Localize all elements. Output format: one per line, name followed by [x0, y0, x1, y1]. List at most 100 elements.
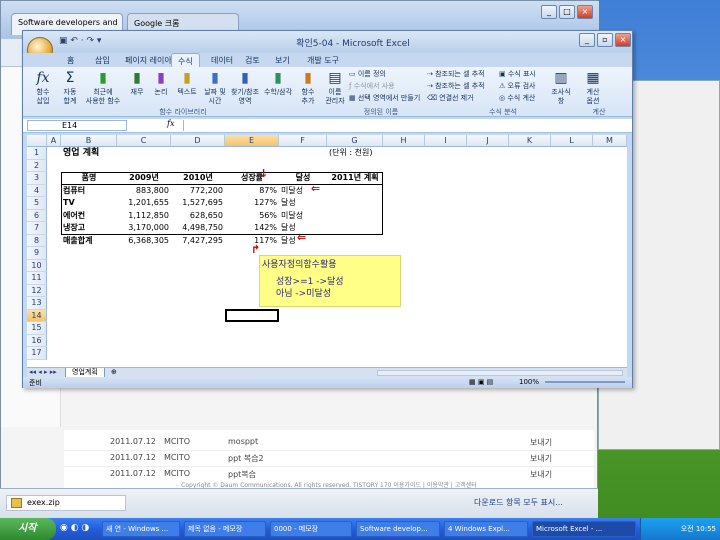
quick-access-toolbar[interactable]: ▣ ↶ · ↷ ▾: [59, 36, 101, 46]
tab-data[interactable]: 데이터: [205, 53, 239, 67]
table-cell[interactable]: 6,368,305: [117, 235, 171, 248]
taskbar-button[interactable]: Software develop...: [356, 521, 440, 537]
row-header[interactable]: 16: [27, 334, 47, 347]
trace-dependents-button[interactable]: ⇢ 참조하는 셀 추적: [427, 81, 485, 91]
column-header[interactable]: L: [551, 135, 593, 147]
math-trig-button[interactable]: ▮ 수학/삼각: [261, 69, 295, 97]
table-cell[interactable]: 7,427,295: [171, 235, 225, 248]
row-header[interactable]: 10: [27, 259, 47, 272]
sheet-title[interactable]: 영업 계획: [61, 147, 171, 160]
column-header[interactable]: C: [117, 135, 171, 147]
show-all-downloads-link[interactable]: 다운로드 항목 모두 표시...: [474, 497, 563, 508]
taskbar-button[interactable]: 제목 없음 - 메모장: [184, 521, 266, 537]
close-icon[interactable]: ×: [577, 5, 593, 19]
row-header[interactable]: 5: [27, 197, 47, 210]
column-header[interactable]: F: [279, 135, 327, 147]
tab-developer[interactable]: 개발 도구: [301, 53, 345, 67]
more-functions-button[interactable]: ▮ 함수 추가: [295, 69, 321, 106]
table-cell[interactable]: 달성: [279, 197, 327, 210]
table-cell[interactable]: 컴퓨터: [61, 185, 117, 198]
row-header[interactable]: 13: [27, 297, 47, 310]
column-header[interactable]: I: [425, 135, 467, 147]
table-cell[interactable]: 매출합계: [61, 235, 117, 248]
tab-view[interactable]: 보기: [269, 53, 296, 67]
close-icon[interactable]: ×: [615, 33, 631, 47]
use-in-formula-button[interactable]: ƒ 수식에서 사용: [349, 81, 395, 91]
financial-button[interactable]: ▮ 재무: [125, 69, 149, 97]
table-header-cell[interactable]: 성장률: [225, 172, 279, 185]
remove-arrows-button[interactable]: ⌫ 연결선 제거: [427, 93, 474, 103]
minimize-icon[interactable]: _: [579, 33, 595, 47]
list-item[interactable]: 2011.07.12 MCITO ppt 복습2 보내기: [64, 450, 594, 467]
autosum-button[interactable]: Σ 자동 합계: [57, 69, 83, 106]
table-cell[interactable]: 87%: [225, 185, 279, 198]
row-header[interactable]: 1: [27, 147, 47, 160]
column-header[interactable]: D: [171, 135, 225, 147]
column-header[interactable]: E: [225, 135, 279, 147]
table-cell[interactable]: 772,200: [171, 185, 225, 198]
name-box[interactable]: E14: [27, 120, 127, 131]
table-cell[interactable]: 냉장고: [61, 222, 117, 235]
table-cell[interactable]: 142%: [225, 222, 279, 235]
logical-button[interactable]: ▮ 논리: [149, 69, 173, 97]
view-buttons[interactable]: ▦ ▣ ▤: [469, 378, 493, 386]
table-cell[interactable]: 883,800: [117, 185, 171, 198]
lookup-button[interactable]: ▮ 찾기/참조 영역: [229, 69, 261, 106]
table-cell[interactable]: 628,650: [171, 210, 225, 223]
list-title[interactable]: mosppt: [228, 437, 258, 446]
table-cell[interactable]: 127%: [225, 197, 279, 210]
start-button[interactable]: 시작: [0, 518, 56, 540]
show-formulas-button[interactable]: ▣ 수식 표시: [499, 69, 536, 79]
row-header[interactable]: 4: [27, 184, 47, 197]
taskbar-button[interactable]: 새 연 - Windows ...: [102, 521, 180, 537]
list-title[interactable]: ppt복습: [228, 469, 256, 480]
row-header[interactable]: 6: [27, 209, 47, 222]
table-cell[interactable]: 1,527,695: [171, 197, 225, 210]
tab-insert[interactable]: 삽입: [89, 53, 116, 67]
trace-precedents-button[interactable]: ⇢ 참조되는 셀 추적: [427, 69, 485, 79]
zoom-slider[interactable]: [545, 381, 625, 383]
list-action[interactable]: 보내기: [530, 437, 552, 448]
table-header-cell[interactable]: 2009년: [117, 172, 171, 185]
insert-sheet-icon[interactable]: ⊕: [111, 368, 117, 376]
column-header[interactable]: K: [509, 135, 551, 147]
row-header[interactable]: 12: [27, 284, 47, 297]
column-header[interactable]: M: [593, 135, 627, 147]
row-header[interactable]: 7: [27, 222, 47, 235]
table-cell[interactable]: 에어컨: [61, 210, 117, 223]
list-title[interactable]: ppt 복습2: [228, 453, 264, 464]
taskbar-button[interactable]: 0000 - 메모장: [270, 521, 352, 537]
insert-function-button[interactable]: fx 함수 삽입: [29, 69, 57, 106]
table-cell[interactable]: 56%: [225, 210, 279, 223]
restore-icon[interactable]: ▫: [597, 33, 613, 47]
column-header[interactable]: B: [61, 135, 117, 147]
taskbar-button[interactable]: 4 Windows Expl...: [444, 521, 528, 537]
worksheet-grid[interactable]: A B C D E F G H I J K L M 1 2 3 4 5 6 7 …: [27, 135, 627, 367]
table-header-cell[interactable]: 2011년 계획: [327, 172, 383, 185]
select-all-corner[interactable]: [27, 135, 47, 147]
active-cell-cursor[interactable]: [225, 309, 279, 322]
quick-launch-icons[interactable]: ◉ ◐ ◑: [60, 523, 89, 533]
table-header-cell[interactable]: 품명: [61, 172, 117, 185]
calculation-options-button[interactable]: ▦ 계산 옵션: [579, 69, 607, 106]
define-name-button[interactable]: ▭ 이름 정의: [349, 69, 386, 79]
tab-formulas[interactable]: 수식: [171, 53, 200, 67]
row-header[interactable]: 8: [27, 234, 47, 247]
text-functions-button[interactable]: ▮ 텍스트: [173, 69, 201, 97]
row-header[interactable]: 2: [27, 159, 47, 172]
table-cell[interactable]: 3,170,000: [117, 222, 171, 235]
download-item[interactable]: exex.zip: [6, 495, 126, 511]
evaluate-formula-button[interactable]: ◎ 수식 계산: [499, 93, 535, 103]
maximize-icon[interactable]: □: [559, 5, 575, 19]
clock[interactable]: 오전 10:55: [681, 525, 716, 533]
row-header[interactable]: 3: [27, 172, 47, 185]
table-cell[interactable]: 1,112,850: [117, 210, 171, 223]
column-header[interactable]: A: [47, 135, 61, 147]
column-header[interactable]: J: [467, 135, 509, 147]
formula-input[interactable]: [183, 120, 623, 131]
list-action[interactable]: 보내기: [530, 469, 552, 480]
table-header-cell[interactable]: 2010년: [171, 172, 225, 185]
datetime-button[interactable]: ▮ 날짜 및 시간: [201, 69, 229, 106]
fx-icon[interactable]: fx: [167, 119, 174, 128]
taskbar-button-active[interactable]: Microsoft Excel - ...: [532, 521, 636, 537]
